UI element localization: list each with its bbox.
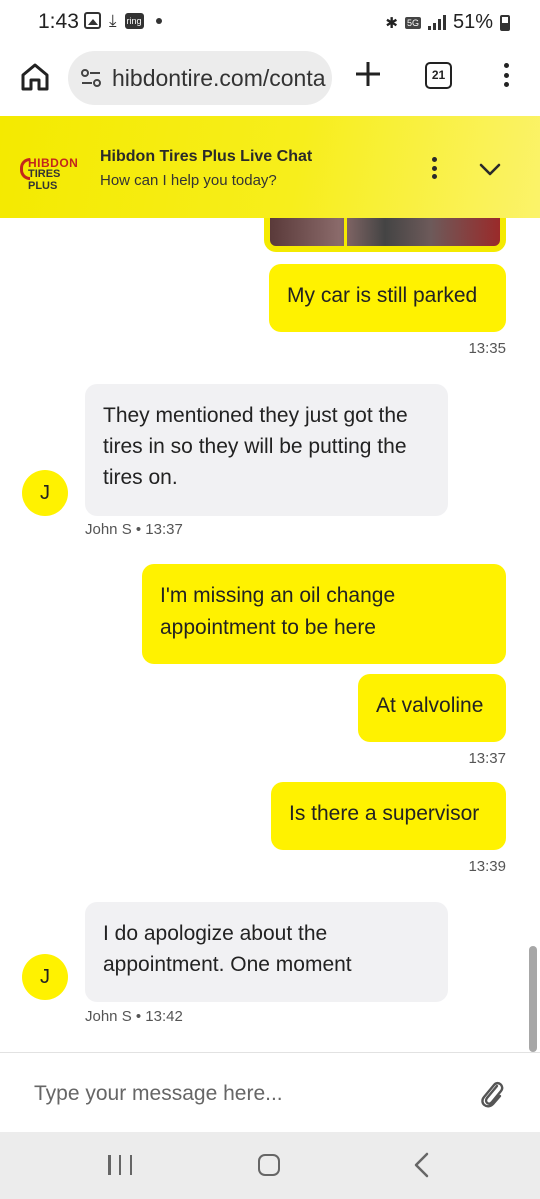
hibdon-logo: HIBDON TIRES PLUS xyxy=(20,156,84,192)
plus-icon[interactable] xyxy=(354,60,382,88)
signal-icon xyxy=(427,15,446,30)
agent-message: They mentioned they just got the tires i… xyxy=(85,384,448,516)
home-icon[interactable] xyxy=(18,60,52,94)
message-meta: John S • 13:37 xyxy=(85,521,183,538)
download-icon: ⤓ xyxy=(109,11,117,30)
avatar: J xyxy=(22,470,68,516)
tune-icon[interactable] xyxy=(80,67,102,89)
more-vert-icon[interactable] xyxy=(496,60,516,90)
agent-message: I do apologize about the appointment. On… xyxy=(85,902,448,1002)
battery-icon xyxy=(500,14,510,31)
composer xyxy=(0,1052,540,1132)
message-timestamp: 13:35 xyxy=(468,340,506,357)
message-input[interactable] xyxy=(20,1073,460,1115)
tab-counter-icon[interactable]: 21 xyxy=(425,62,452,89)
gallery-icon xyxy=(84,12,101,29)
system-nav-bar xyxy=(0,1132,540,1199)
network-type-icon: 5G xyxy=(404,16,421,29)
paperclip-icon[interactable] xyxy=(478,1077,506,1111)
status-time: 1:43 xyxy=(38,10,79,33)
message-timestamp: 13:37 xyxy=(468,750,506,767)
user-message: I'm missing an oil change appointment to… xyxy=(142,564,506,664)
back-icon[interactable] xyxy=(412,1152,432,1178)
battery-percent: 51% xyxy=(452,11,493,33)
system-icons: ✱ 5G 51% xyxy=(385,11,510,34)
status-bar: 1:43 ⤓ ring ✱ 5G 51% xyxy=(0,0,540,46)
ring-app-icon: ring xyxy=(124,12,144,29)
more-notifications-icon xyxy=(155,17,162,24)
chat-subtitle: How can I help you today? xyxy=(100,172,277,189)
message-timestamp: 13:39 xyxy=(468,858,506,875)
chat-more-icon[interactable] xyxy=(426,154,442,182)
user-message: Is there a supervisor xyxy=(271,782,506,850)
browser-toolbar: hibdontire.com/conta 21 xyxy=(0,46,540,116)
message-meta: John S • 13:42 xyxy=(85,1008,183,1025)
chevron-down-icon[interactable] xyxy=(478,158,502,182)
user-message: At valvoline xyxy=(358,674,506,742)
bluetooth-icon: ✱ xyxy=(385,14,398,32)
message-list[interactable]: My car is still parked 13:35 J They ment… xyxy=(0,218,540,1052)
avatar: J xyxy=(22,954,68,1000)
user-message: My car is still parked xyxy=(269,264,506,332)
notification-icons: ⤓ ring xyxy=(84,12,162,29)
chat-header: HIBDON TIRES PLUS Hibdon Tires Plus Live… xyxy=(0,116,540,218)
scrollbar[interactable] xyxy=(529,946,537,1052)
image-attachment[interactable] xyxy=(264,218,506,252)
recent-apps-icon[interactable] xyxy=(108,1155,132,1175)
url-text[interactable]: hibdontire.com/conta xyxy=(112,65,326,92)
chat-title: Hibdon Tires Plus Live Chat xyxy=(100,148,313,165)
home-button-icon[interactable] xyxy=(258,1154,280,1176)
address-bar[interactable]: hibdontire.com/conta xyxy=(68,51,332,105)
